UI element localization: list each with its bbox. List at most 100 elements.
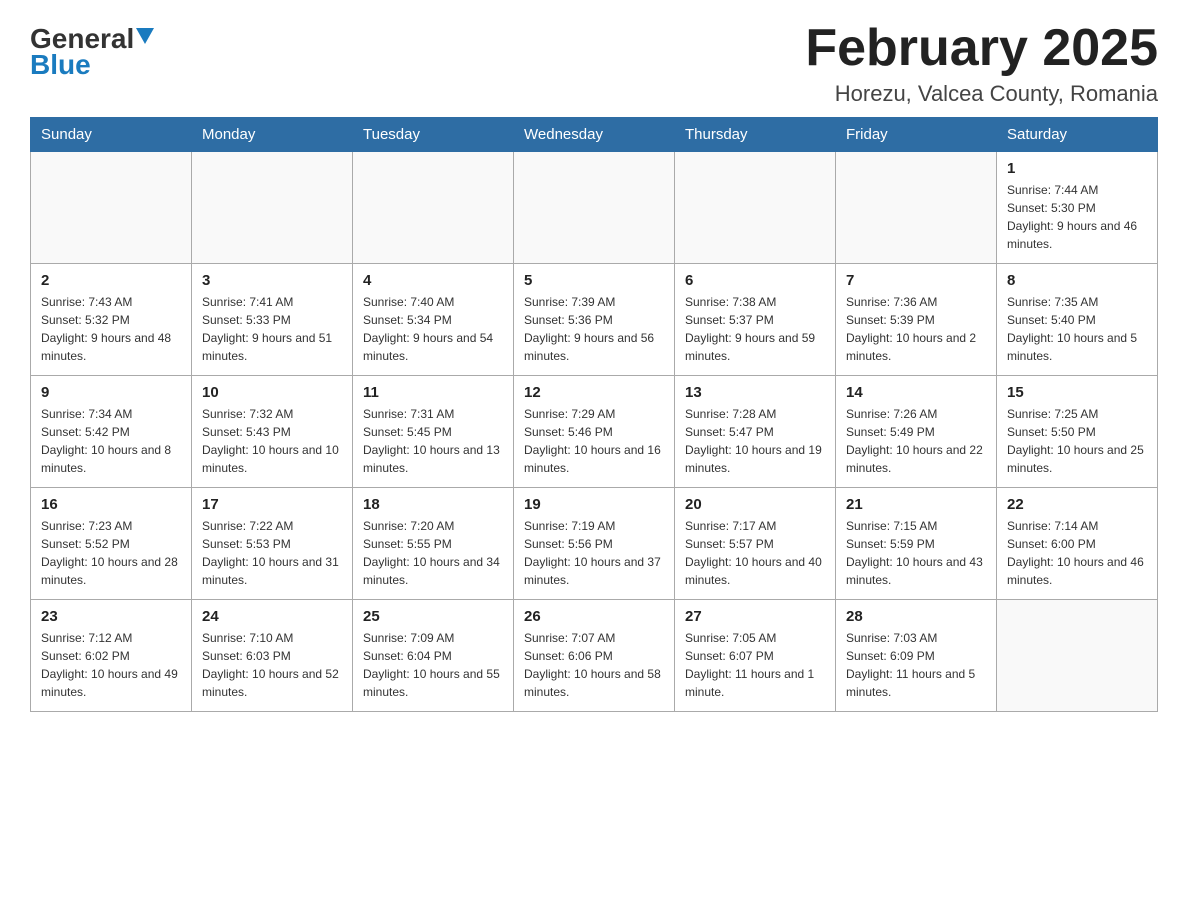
day-number: 13 (685, 384, 825, 401)
calendar-cell (514, 152, 675, 264)
day-info: Sunrise: 7:23 AM Sunset: 5:52 PM Dayligh… (41, 517, 181, 589)
weekday-header-monday: Monday (192, 118, 353, 152)
day-info: Sunrise: 7:38 AM Sunset: 5:37 PM Dayligh… (685, 293, 825, 365)
calendar-cell: 6 Sunrise: 7:38 AM Sunset: 5:37 PM Daylig… (675, 264, 836, 376)
day-number: 3 (202, 272, 342, 289)
calendar-cell: 19 Sunrise: 7:19 AM Sunset: 5:56 PM Dayli… (514, 488, 675, 600)
location-subtitle: Horezu, Valcea County, Romania (805, 81, 1158, 107)
calendar-week-3: 9 Sunrise: 7:34 AM Sunset: 5:42 PM Daylig… (31, 376, 1158, 488)
day-number: 18 (363, 496, 503, 513)
weekday-header-tuesday: Tuesday (353, 118, 514, 152)
calendar-cell: 1 Sunrise: 7:44 AM Sunset: 5:30 PM Daylig… (997, 152, 1158, 264)
calendar-cell (836, 152, 997, 264)
day-number: 14 (846, 384, 986, 401)
day-number: 9 (41, 384, 181, 401)
calendar-cell: 25 Sunrise: 7:09 AM Sunset: 6:04 PM Dayli… (353, 600, 514, 712)
calendar-cell: 7 Sunrise: 7:36 AM Sunset: 5:39 PM Daylig… (836, 264, 997, 376)
title-block: February 2025 Horezu, Valcea County, Rom… (805, 20, 1158, 107)
day-info: Sunrise: 7:19 AM Sunset: 5:56 PM Dayligh… (524, 517, 664, 589)
calendar-cell: 11 Sunrise: 7:31 AM Sunset: 5:45 PM Dayli… (353, 376, 514, 488)
calendar-cell: 9 Sunrise: 7:34 AM Sunset: 5:42 PM Daylig… (31, 376, 192, 488)
day-info: Sunrise: 7:36 AM Sunset: 5:39 PM Dayligh… (846, 293, 986, 365)
day-info: Sunrise: 7:03 AM Sunset: 6:09 PM Dayligh… (846, 629, 986, 701)
day-info: Sunrise: 7:26 AM Sunset: 5:49 PM Dayligh… (846, 405, 986, 477)
day-number: 17 (202, 496, 342, 513)
calendar-cell: 4 Sunrise: 7:40 AM Sunset: 5:34 PM Daylig… (353, 264, 514, 376)
day-info: Sunrise: 7:41 AM Sunset: 5:33 PM Dayligh… (202, 293, 342, 365)
calendar-week-4: 16 Sunrise: 7:23 AM Sunset: 5:52 PM Dayli… (31, 488, 1158, 600)
day-number: 24 (202, 608, 342, 625)
calendar-cell (192, 152, 353, 264)
day-number: 7 (846, 272, 986, 289)
day-number: 28 (846, 608, 986, 625)
day-number: 4 (363, 272, 503, 289)
day-info: Sunrise: 7:25 AM Sunset: 5:50 PM Dayligh… (1007, 405, 1147, 477)
logo-blue-text: Blue (30, 51, 91, 79)
month-title: February 2025 (805, 20, 1158, 77)
day-info: Sunrise: 7:40 AM Sunset: 5:34 PM Dayligh… (363, 293, 503, 365)
logo: General Blue (30, 25, 154, 79)
day-number: 6 (685, 272, 825, 289)
calendar-cell: 24 Sunrise: 7:10 AM Sunset: 6:03 PM Dayli… (192, 600, 353, 712)
day-info: Sunrise: 7:07 AM Sunset: 6:06 PM Dayligh… (524, 629, 664, 701)
day-info: Sunrise: 7:14 AM Sunset: 6:00 PM Dayligh… (1007, 517, 1147, 589)
calendar-cell: 17 Sunrise: 7:22 AM Sunset: 5:53 PM Dayli… (192, 488, 353, 600)
day-number: 8 (1007, 272, 1147, 289)
logo-triangle-icon (136, 28, 154, 50)
day-info: Sunrise: 7:28 AM Sunset: 5:47 PM Dayligh… (685, 405, 825, 477)
day-number: 25 (363, 608, 503, 625)
day-number: 10 (202, 384, 342, 401)
weekday-header-saturday: Saturday (997, 118, 1158, 152)
calendar-cell: 12Sunrise: 7:29 AM Sunset: 5:46 PM Dayli… (514, 376, 675, 488)
calendar-cell: 3 Sunrise: 7:41 AM Sunset: 5:33 PM Daylig… (192, 264, 353, 376)
day-number: 16 (41, 496, 181, 513)
day-number: 26 (524, 608, 664, 625)
day-info: Sunrise: 7:31 AM Sunset: 5:45 PM Dayligh… (363, 405, 503, 477)
calendar-cell: 22 Sunrise: 7:14 AM Sunset: 6:00 PM Dayli… (997, 488, 1158, 600)
day-info: Sunrise: 7:17 AM Sunset: 5:57 PM Dayligh… (685, 517, 825, 589)
calendar-week-1: 1 Sunrise: 7:44 AM Sunset: 5:30 PM Daylig… (31, 152, 1158, 264)
calendar-cell: 13 Sunrise: 7:28 AM Sunset: 5:47 PM Dayli… (675, 376, 836, 488)
day-info: Sunrise: 7:34 AM Sunset: 5:42 PM Dayligh… (41, 405, 181, 477)
day-info: Sunrise: 7:35 AM Sunset: 5:40 PM Dayligh… (1007, 293, 1147, 365)
calendar-cell: 8 Sunrise: 7:35 AM Sunset: 5:40 PM Daylig… (997, 264, 1158, 376)
calendar-cell (675, 152, 836, 264)
day-info: Sunrise: 7:09 AM Sunset: 6:04 PM Dayligh… (363, 629, 503, 701)
day-number: 1 (1007, 160, 1147, 177)
calendar-table: SundayMondayTuesdayWednesdayThursdayFrid… (30, 117, 1158, 712)
day-number: 23 (41, 608, 181, 625)
calendar-cell: 5Sunrise: 7:39 AM Sunset: 5:36 PM Daylig… (514, 264, 675, 376)
day-info: Sunrise: 7:20 AM Sunset: 5:55 PM Dayligh… (363, 517, 503, 589)
weekday-header-sunday: Sunday (31, 118, 192, 152)
weekday-header-wednesday: Wednesday (514, 118, 675, 152)
day-info: Sunrise: 7:15 AM Sunset: 5:59 PM Dayligh… (846, 517, 986, 589)
calendar-cell (997, 600, 1158, 712)
calendar-cell: 14 Sunrise: 7:26 AM Sunset: 5:49 PM Dayli… (836, 376, 997, 488)
calendar-cell: 28 Sunrise: 7:03 AM Sunset: 6:09 PM Dayli… (836, 600, 997, 712)
day-info: Sunrise: 7:12 AM Sunset: 6:02 PM Dayligh… (41, 629, 181, 701)
calendar-cell (31, 152, 192, 264)
calendar-cell: 26 Sunrise: 7:07 AM Sunset: 6:06 PM Dayli… (514, 600, 675, 712)
day-info: Sunrise: 7:32 AM Sunset: 5:43 PM Dayligh… (202, 405, 342, 477)
calendar-cell: 23 Sunrise: 7:12 AM Sunset: 6:02 PM Dayli… (31, 600, 192, 712)
calendar-cell: 18 Sunrise: 7:20 AM Sunset: 5:55 PM Dayli… (353, 488, 514, 600)
day-info: Sunrise: 7:22 AM Sunset: 5:53 PM Dayligh… (202, 517, 342, 589)
day-info: Sunrise: 7:05 AM Sunset: 6:07 PM Dayligh… (685, 629, 825, 701)
day-info: Sunrise: 7:39 AM Sunset: 5:36 PM Dayligh… (524, 293, 664, 365)
day-info: Sunrise: 7:44 AM Sunset: 5:30 PM Dayligh… (1007, 181, 1147, 253)
calendar-cell: 27Sunrise: 7:05 AM Sunset: 6:07 PM Dayli… (675, 600, 836, 712)
calendar-cell: 21 Sunrise: 7:15 AM Sunset: 5:59 PM Dayli… (836, 488, 997, 600)
calendar-week-2: 2 Sunrise: 7:43 AM Sunset: 5:32 PM Daylig… (31, 264, 1158, 376)
day-number: 12 (524, 384, 664, 401)
day-number: 19 (524, 496, 664, 513)
day-number: 22 (1007, 496, 1147, 513)
day-number: 2 (41, 272, 181, 289)
day-number: 11 (363, 384, 503, 401)
day-number: 15 (1007, 384, 1147, 401)
day-info: Sunrise: 7:10 AM Sunset: 6:03 PM Dayligh… (202, 629, 342, 701)
calendar-cell: 10 Sunrise: 7:32 AM Sunset: 5:43 PM Dayli… (192, 376, 353, 488)
day-info: Sunrise: 7:43 AM Sunset: 5:32 PM Dayligh… (41, 293, 181, 365)
weekday-header-friday: Friday (836, 118, 997, 152)
day-number: 21 (846, 496, 986, 513)
page-header: General Blue February 2025 Horezu, Valce… (30, 20, 1158, 107)
